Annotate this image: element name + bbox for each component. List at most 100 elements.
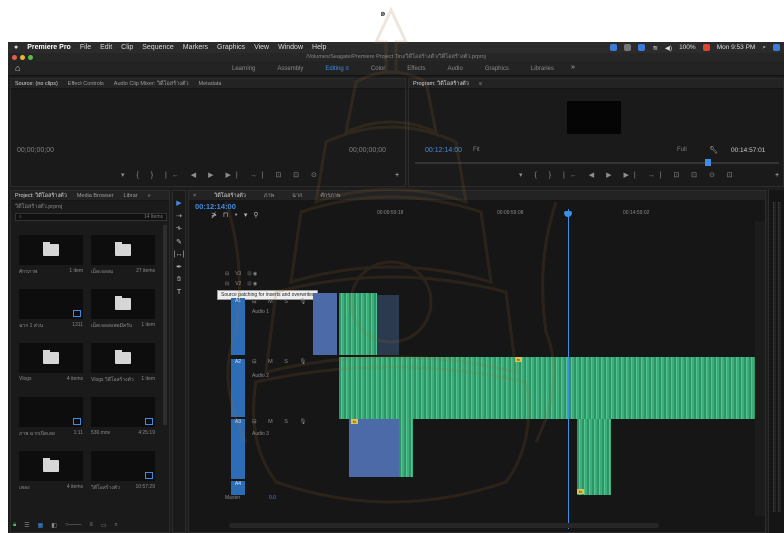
close-icon[interactable]: × xyxy=(193,193,196,199)
siri-icon[interactable] xyxy=(773,44,780,51)
workspace-learning[interactable]: Learning xyxy=(232,66,255,72)
track-target-a3[interactable]: A3 xyxy=(231,419,245,479)
slip-tool-icon[interactable]: |↔| xyxy=(174,251,185,258)
track-header-v2[interactable]: ⊟ V2 ⊡ ◉ xyxy=(225,281,257,287)
project-bin-item[interactable]: 530.mov 4:25:19 xyxy=(91,397,155,436)
workspace-editing[interactable]: Editing ≡ xyxy=(325,66,349,72)
program-transport-controls[interactable]: ▾ { } |← ◀ ▶ ▶| →| ⊡ ⊡ ⊙ ⊡ xyxy=(519,171,738,179)
track-header-v3[interactable]: ⊟ V3 ⊡ ◉ xyxy=(225,271,257,277)
menu-edit[interactable]: Edit xyxy=(100,44,112,51)
project-bin-item[interactable]: ภาพ ฉากเปิดเลย 1:11 xyxy=(19,397,83,438)
program-scrub-bar[interactable] xyxy=(415,162,779,164)
type-tool-icon[interactable]: T xyxy=(177,289,181,296)
wifi-icon[interactable]: ≋ xyxy=(652,44,657,52)
audio-clip[interactable] xyxy=(377,295,399,355)
apple-icon[interactable]: ● xyxy=(14,44,18,51)
audio-clip[interactable] xyxy=(349,419,399,477)
sort-icon[interactable]: ≡ xyxy=(89,522,93,528)
project-bin-item[interactable]: Vlogs วิดีโอสร้างตัว 1 item xyxy=(91,343,155,384)
timeline-timecode[interactable]: 00:12:14:00 xyxy=(195,202,236,211)
track-controls-a1[interactable]: ⊟ M S 🎙︎ xyxy=(252,299,311,305)
project-bin-item[interactable]: เม็ดเจลลม 27 items xyxy=(91,235,155,276)
tab-sequence-2[interactable]: ภาพ xyxy=(264,192,274,200)
audio-clip[interactable] xyxy=(577,419,611,495)
freeform-view-icon[interactable]: ◧ xyxy=(51,522,57,529)
project-search-input[interactable]: ⌕ 14 Items xyxy=(15,213,167,221)
menu-graphics[interactable]: Graphics xyxy=(217,44,245,51)
battery-level[interactable]: 100% xyxy=(679,44,696,51)
tab-effect-controls[interactable]: Effect Controls xyxy=(68,81,104,87)
track-target-a4[interactable]: A4 xyxy=(231,481,245,495)
track-controls-a3[interactable]: ⊟ M S 🎙︎ xyxy=(252,419,311,425)
zoom-window-button[interactable] xyxy=(28,54,33,60)
tab-sequence-3[interactable]: ฉาก xyxy=(292,192,302,200)
spotlight-icon[interactable]: ⌕ xyxy=(762,44,766,52)
audio-clip[interactable] xyxy=(339,293,377,355)
source-transport-controls[interactable]: ▾ { } |← ◀ ▶ ▶| →| ⊡ ⊡ ⊙ xyxy=(121,171,322,179)
tab-audio-clip-mixer[interactable]: Audio Clip Mixer: วิดีโอสร้างตัว xyxy=(114,80,189,88)
menu-clip[interactable]: Clip xyxy=(121,44,133,51)
tab-metadata[interactable]: Metadata xyxy=(199,81,222,87)
workspace-assembly[interactable]: Assembly xyxy=(277,66,303,72)
program-add-button[interactable]: + xyxy=(775,172,779,179)
clock[interactable]: Mon 9:53 PM xyxy=(717,44,756,51)
hand-tool-icon[interactable]: ✋︎ xyxy=(177,276,181,284)
find-icon[interactable]: ⌕ xyxy=(115,522,118,529)
lock-icon[interactable]: 🔒︎ xyxy=(13,522,16,529)
workspace-effects[interactable]: Effects xyxy=(407,66,425,72)
tab-sequence-main[interactable]: วิดีโอสร้างตัว xyxy=(214,192,246,200)
audio-clip[interactable] xyxy=(399,419,413,477)
source-add-button[interactable]: + xyxy=(395,172,399,179)
volume-icon[interactable]: ◀) xyxy=(665,44,672,52)
program-playhead[interactable] xyxy=(705,159,711,166)
menu-help[interactable]: Help xyxy=(312,44,326,51)
timeline-horizontal-scrollbar[interactable] xyxy=(229,523,659,528)
flag-icon[interactable] xyxy=(702,44,710,51)
project-bin-item[interactable]: Vlogs 4 items xyxy=(19,343,83,382)
status-app-icon[interactable] xyxy=(624,44,632,51)
timeline-vertical-scrollbar[interactable] xyxy=(755,221,765,516)
tab-sequence-4[interactable]: ศักรภาพ xyxy=(320,192,340,200)
project-scrollbar[interactable] xyxy=(163,225,167,425)
menu-markers[interactable]: Markers xyxy=(183,44,208,51)
source-timecode-in[interactable]: 00;00;00;00 xyxy=(17,147,54,154)
timeline-tool-toggles[interactable]: ⋡⊓⁍▾⚲ xyxy=(211,211,264,219)
audio-clip[interactable] xyxy=(313,293,337,355)
project-bin-item[interactable]: ศักรภาพ 1 item xyxy=(19,235,83,276)
program-timecode[interactable]: 00:12:14:00 xyxy=(425,147,462,154)
menu-window[interactable]: Window xyxy=(278,44,303,51)
tab-media-browser[interactable]: Media Browser xyxy=(77,193,114,199)
status-app-icon[interactable] xyxy=(638,44,646,51)
track-target-a1[interactable]: A1 xyxy=(231,298,245,355)
tab-project[interactable]: Project: วิดีโอสร้างตัว xyxy=(15,192,67,200)
workspace-libraries[interactable]: Libraries xyxy=(531,66,554,72)
project-more-tabs[interactable]: » xyxy=(148,193,151,199)
status-app-icon[interactable] xyxy=(610,44,618,51)
workspace-color[interactable]: Color xyxy=(371,66,385,72)
program-full-select[interactable]: Full xyxy=(677,147,687,153)
home-icon[interactable]: ⌂ xyxy=(15,63,20,73)
razor-tool-icon[interactable]: ✎ xyxy=(176,238,182,246)
ripple-edit-tool-icon[interactable]: ⟛ xyxy=(176,225,182,233)
track-controls-a2[interactable]: ⊟ M S 🎙︎ xyxy=(252,359,311,365)
workspace-more-button[interactable]: » xyxy=(571,64,575,71)
program-fit-select[interactable]: Fit xyxy=(473,147,480,153)
project-bin-item[interactable]: ฉาก 1 ส่วน 1311 xyxy=(19,289,83,330)
new-bin-icon[interactable]: ▭ xyxy=(101,522,107,529)
master-volume[interactable]: 0.0 xyxy=(269,495,276,501)
workspace-graphics[interactable]: Graphics xyxy=(485,66,509,72)
list-view-icon[interactable]: ☰ xyxy=(24,522,29,529)
audio-clip[interactable] xyxy=(339,357,757,419)
menu-sequence[interactable]: Sequence xyxy=(142,44,174,51)
menu-file[interactable]: File xyxy=(80,44,91,51)
project-bin-item[interactable]: เม็ดเจลลมพอมีครับ 1 item xyxy=(91,289,155,330)
track-target-a2[interactable]: A2 xyxy=(231,359,245,417)
close-window-button[interactable] xyxy=(12,54,17,60)
wrench-icon[interactable]: 🔧︎ xyxy=(709,146,718,154)
track-select-tool-icon[interactable]: ⇢ xyxy=(176,212,182,220)
program-menu-icon[interactable]: ≡ xyxy=(479,81,482,87)
zoom-slider[interactable]: ○─── xyxy=(65,522,81,528)
workspace-audio[interactable]: Audio xyxy=(447,66,462,72)
project-bin-item[interactable]: เพลง 4 items xyxy=(19,451,83,492)
pen-tool-icon[interactable]: ✒ xyxy=(176,263,182,271)
